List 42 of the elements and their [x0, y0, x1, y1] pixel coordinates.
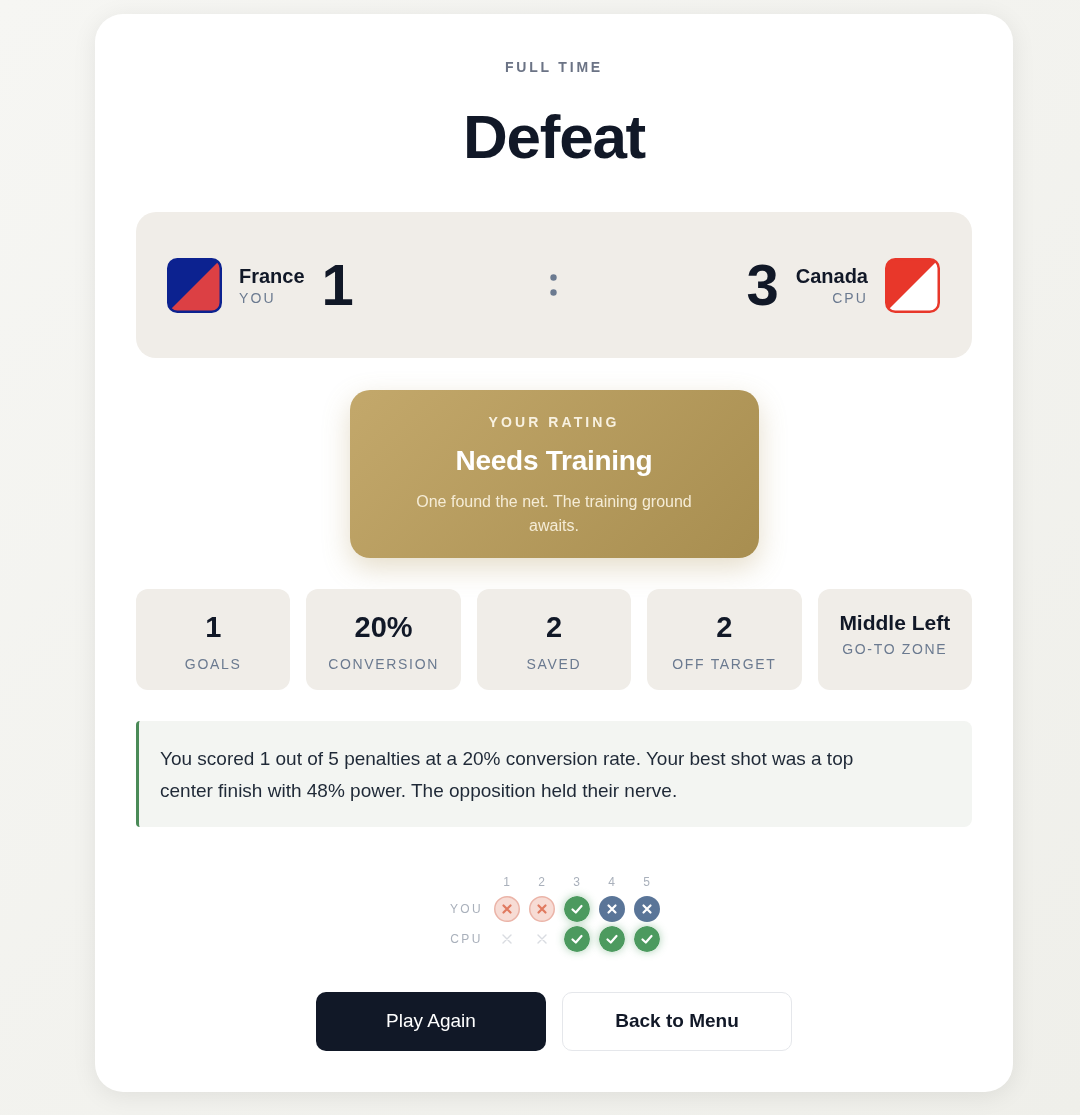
separator-dots-icon: [550, 274, 557, 296]
eyebrow-label: FULL TIME: [504, 60, 603, 74]
stat-value: Middle Left: [839, 611, 951, 635]
check-icon: [563, 896, 590, 922]
team-name: France: [239, 264, 305, 289]
stat-label: CONVERSION: [328, 656, 440, 672]
row-label: CPU: [449, 931, 484, 948]
team-tag: YOU: [239, 289, 276, 307]
stat-value: 1: [205, 611, 222, 643]
rating-description: One found the net. The training ground awaits.: [415, 492, 693, 536]
cross-icon: [633, 896, 660, 922]
team-score: 3: [746, 253, 779, 317]
stat-label: SAVED: [526, 656, 582, 672]
rating-title: Needs Training: [455, 444, 653, 478]
result-title: Defeat: [462, 101, 646, 173]
kick-number: 2: [537, 874, 546, 891]
kick-number: 3: [572, 874, 581, 891]
cross-icon: [536, 934, 547, 944]
stat-value: 2: [545, 611, 563, 643]
stat-label: GO-TO ZONE: [842, 641, 948, 657]
check-icon: [563, 926, 590, 952]
cross-icon: [528, 896, 555, 922]
stat-label: GOALS: [184, 656, 242, 672]
kick-number: 4: [607, 874, 616, 891]
summary-text: You scored 1 out of 5 penalties at a 20% conversion rate. Your best shot was a top center finish with 48% power. The opposition held their nerve.: [160, 747, 855, 803]
cross-icon: [493, 896, 520, 922]
kick-number: 1: [502, 874, 511, 891]
team-tag: CPU: [832, 289, 868, 307]
stat-value: 20%: [354, 611, 413, 643]
play-again-button[interactable]: Play Again: [316, 992, 546, 1051]
team-name: Canada: [795, 264, 868, 289]
row-label: YOU: [448, 901, 485, 918]
kick-number: 5: [642, 874, 651, 891]
stat-label: OFF TARGET: [672, 656, 777, 672]
team-score: 1: [321, 253, 354, 317]
rating-eyebrow: YOUR RATING: [488, 414, 620, 430]
check-icon: [598, 926, 625, 952]
stat-value: 2: [716, 611, 733, 643]
cross-icon: [598, 896, 625, 922]
cross-icon: [501, 934, 512, 944]
menu-button[interactable]: Back to Menu: [562, 992, 792, 1051]
check-icon: [633, 926, 660, 952]
